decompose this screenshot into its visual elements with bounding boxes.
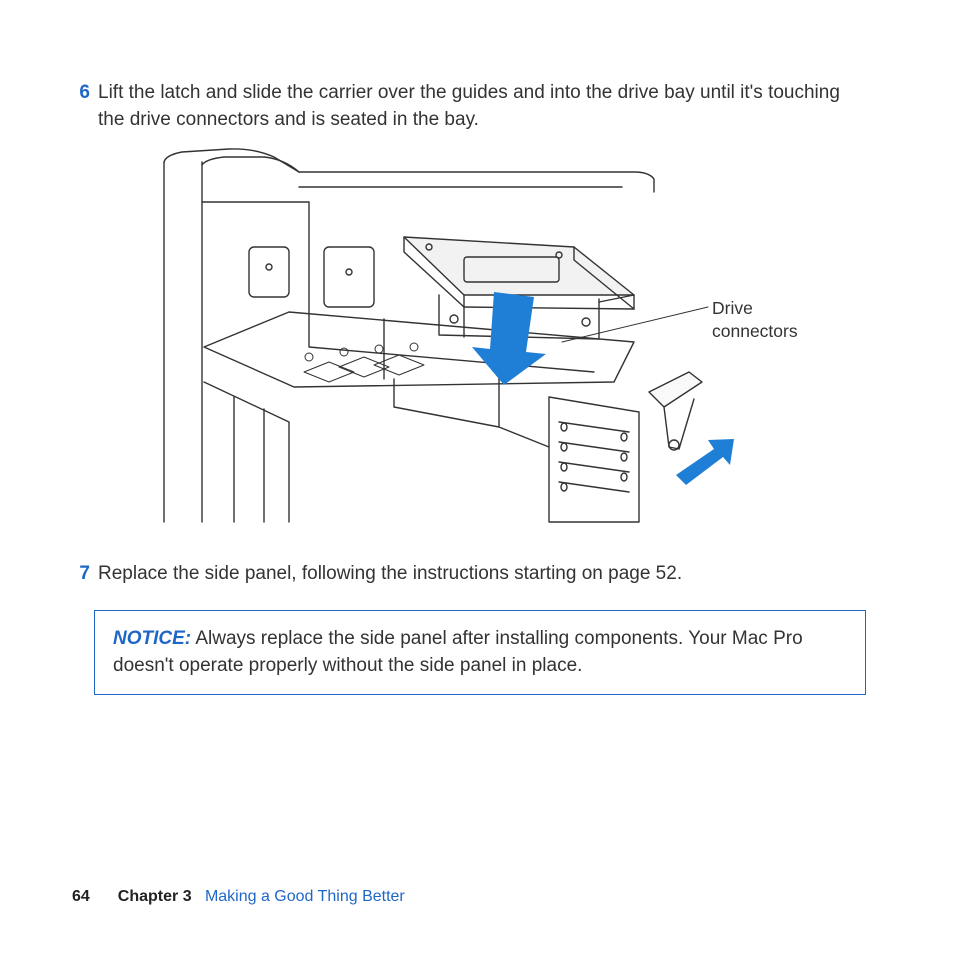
step-number: 6 bbox=[72, 80, 90, 133]
step-text: Lift the latch and slide the carrier ove… bbox=[98, 80, 866, 133]
chapter-label: Chapter 3 bbox=[118, 888, 192, 905]
instruction-step-6: 6 Lift the latch and slide the carrier o… bbox=[72, 80, 866, 133]
notice-label: NOTICE: bbox=[113, 628, 191, 649]
document-page: 6 Lift the latch and slide the carrier o… bbox=[0, 0, 954, 735]
page-footer: 64 Chapter 3 Making a Good Thing Better bbox=[72, 888, 405, 906]
step-text: Replace the side panel, following the in… bbox=[98, 561, 866, 588]
notice-box: NOTICE: Always replace the side panel af… bbox=[94, 610, 866, 695]
callout-line: connectors bbox=[712, 320, 798, 343]
notice-text: Always replace the side panel after inst… bbox=[113, 628, 803, 677]
latch-arrow-icon bbox=[676, 439, 734, 485]
instruction-step-7: 7 Replace the side panel, following the … bbox=[72, 561, 866, 588]
step-number: 7 bbox=[72, 561, 90, 588]
insertion-arrow-icon bbox=[472, 292, 546, 385]
chapter-title: Making a Good Thing Better bbox=[205, 888, 405, 905]
chapter-reference: Chapter 3 Making a Good Thing Better bbox=[118, 888, 405, 906]
callout-drive-connectors: Drive connectors bbox=[712, 297, 798, 343]
drive-bay-illustration: Drive connectors bbox=[94, 147, 872, 537]
page-number: 64 bbox=[72, 888, 90, 906]
callout-line: Drive bbox=[712, 297, 798, 320]
